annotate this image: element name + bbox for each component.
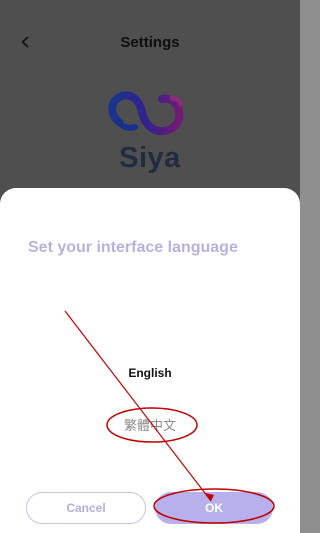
app-screen: Settings Siya Set your interface languag…: [0, 0, 300, 533]
cancel-button[interactable]: Cancel: [26, 492, 146, 524]
dialog-title: Set your interface language: [28, 239, 238, 256]
dialog-actions: Cancel OK: [0, 492, 300, 526]
language-option-english[interactable]: English: [0, 366, 300, 380]
language-dialog: Set your interface language English 繁體中文…: [0, 188, 300, 533]
language-option-traditional-chinese[interactable]: 繁體中文: [0, 415, 300, 434]
ok-button[interactable]: OK: [155, 492, 273, 524]
